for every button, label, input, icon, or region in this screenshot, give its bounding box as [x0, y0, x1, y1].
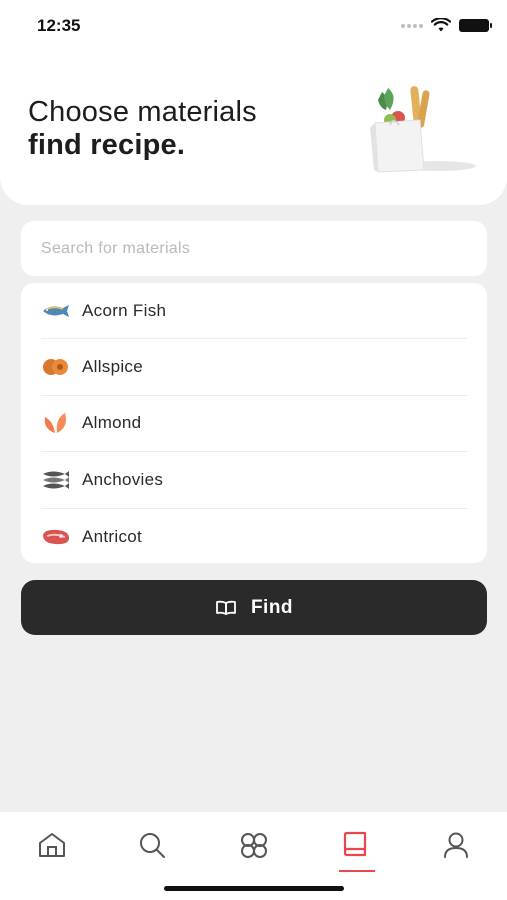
find-button-label: Find: [250, 596, 294, 618]
list-item-label: Antricot: [82, 526, 143, 546]
tab-recipes[interactable]: [325, 820, 385, 872]
list-item-label: Allspice: [82, 357, 143, 377]
signal-icon: [401, 23, 423, 28]
home-icon: [39, 833, 65, 857]
page-title: Choose materials find recipe.: [28, 96, 257, 162]
list-item-almond[interactable]: Almond: [41, 396, 467, 453]
tab-home[interactable]: [22, 820, 82, 870]
list-item-label: Almond: [82, 413, 142, 433]
active-tab-indicator: [339, 870, 375, 872]
book-icon: [343, 831, 367, 857]
book-open-icon: [216, 600, 236, 615]
anchovies-icon: [41, 468, 71, 492]
list-item-label: Anchovies: [82, 469, 164, 489]
list-item-anchovies[interactable]: Anchovies: [41, 452, 467, 509]
list-item-label: Acorn Fish: [82, 300, 167, 320]
find-button[interactable]: Find: [21, 580, 487, 635]
list-item-allspice[interactable]: Allspice: [41, 339, 467, 396]
profile-icon: [444, 832, 468, 858]
title-line-2: find recipe.: [28, 129, 186, 161]
steak-icon: [41, 525, 71, 549]
search-field[interactable]: [21, 221, 487, 276]
list-item-acorn-fish[interactable]: Acorn Fish: [41, 283, 467, 340]
tab-search[interactable]: [122, 820, 182, 870]
home-indicator: [164, 886, 344, 891]
almond-icon: [41, 411, 71, 435]
fish-icon: [41, 299, 71, 323]
tab-community[interactable]: [224, 820, 284, 870]
tab-profile[interactable]: [426, 820, 486, 870]
status-bar: 12:35: [0, 0, 507, 50]
status-time: 12:35: [37, 16, 81, 35]
header-card: 12:35 Choose materials find recipe.: [0, 0, 507, 205]
wifi-icon: [431, 18, 451, 32]
materials-list: Acorn Fish Allspice Almond Anchovies Ant…: [21, 283, 487, 563]
allspice-icon: [41, 355, 71, 379]
search-icon: [140, 833, 165, 858]
community-icon: [241, 833, 267, 858]
tab-bar: [0, 812, 507, 900]
status-icons: [401, 18, 492, 33]
title-line-1: Choose materials: [28, 96, 257, 128]
battery-icon: [459, 19, 492, 32]
list-item-antricot[interactable]: Antricot: [41, 509, 467, 565]
search-input[interactable]: [21, 221, 487, 276]
grocery-bag-icon: [370, 86, 476, 173]
